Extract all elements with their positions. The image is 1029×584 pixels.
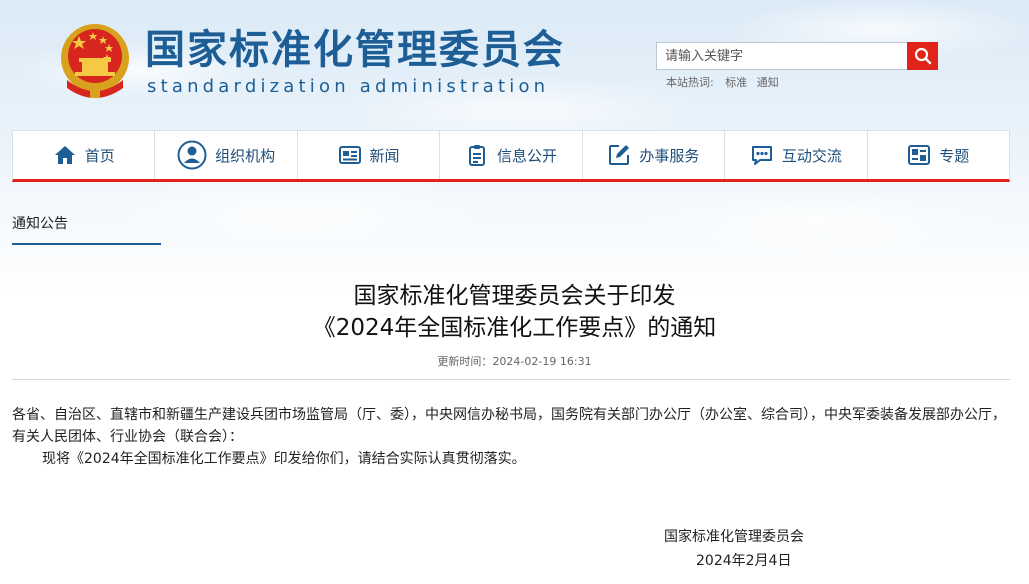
nav-item-interaction[interactable]: 互动交流 [725, 131, 868, 179]
home-icon [54, 146, 75, 164]
hot-words-label: 本站热词: [666, 76, 714, 89]
nav-item-home[interactable]: 首页 [13, 131, 156, 179]
signature-organization: 国家标准化管理委员会 [664, 529, 804, 545]
clipboard-icon [468, 145, 485, 166]
nav-item-topics[interactable]: 专题 [868, 131, 1009, 179]
article-title-line2: 《2024年全国标准化工作要点》的通知 [312, 315, 717, 341]
article-paragraph: 现将《2024年全国标准化工作要点》印发给你们，请结合实际认真贯彻落实。 [42, 451, 526, 467]
hot-word-link[interactable]: 通知 [757, 76, 779, 89]
hot-word-link[interactable]: 标准 [725, 76, 747, 89]
edit-icon [609, 145, 630, 165]
site-subtitle: standardization administration [147, 76, 550, 97]
article-paragraph: 各省、自治区、直辖市和新疆生产建设兵团市场监管局（厅、委），中央网信办秘书局，国… [12, 407, 1006, 445]
nav-item-info-disclosure[interactable]: 信息公开 [440, 131, 583, 179]
nav-item-label: 组织机构 [215, 146, 276, 165]
search-box [656, 42, 913, 70]
nav-item-label: 专题 [939, 146, 970, 165]
nav-item-label: 互动交流 [781, 146, 842, 165]
nav-item-label: 办事服务 [639, 146, 700, 165]
topic-icon [908, 145, 931, 165]
national-emblem-icon [61, 24, 129, 98]
nav-item-news[interactable]: 新闻 [298, 131, 441, 179]
section-tab-notices[interactable]: 通知公告 [12, 213, 68, 233]
nav-item-label: 信息公开 [496, 146, 557, 165]
publish-time: 更新时间：2024-02-19 16:31 [0, 353, 1029, 369]
publish-time-value: 2024-02-19 16:31 [492, 355, 592, 368]
article-title: 国家标准化管理委员会关于印发 《2024年全国标准化工作要点》的通知 [0, 280, 1029, 344]
nav-item-label: 新闻 [369, 146, 400, 165]
user-icon [177, 140, 207, 170]
divider [12, 379, 1010, 380]
article-title-line1: 国家标准化管理委员会关于印发 [353, 283, 676, 309]
nav-item-organization[interactable]: 组织机构 [155, 131, 298, 179]
article-body: 各省、自治区、直辖市和新疆生产建设兵团市场监管局（厅、委），中央网信办秘书局，国… [12, 404, 1012, 470]
hot-words: 本站热词: 标准 通知 [666, 74, 785, 90]
site-title: 国家标准化管理委员会 [145, 27, 565, 73]
newspaper-icon [338, 146, 361, 164]
section-tab-underline [12, 243, 161, 245]
main-nav: 首页 组织机构 新闻 信息公开 办事服务 互动交流 专题 [12, 130, 1010, 182]
nav-item-label: 首页 [84, 146, 115, 165]
nav-item-services[interactable]: 办事服务 [583, 131, 726, 179]
signature-date: 2024年2月4日 [696, 553, 792, 569]
publish-time-label: 更新时间： [437, 355, 493, 368]
chat-icon [751, 146, 772, 165]
search-icon [914, 47, 931, 65]
search-button[interactable] [907, 42, 938, 70]
search-input[interactable] [657, 43, 913, 69]
